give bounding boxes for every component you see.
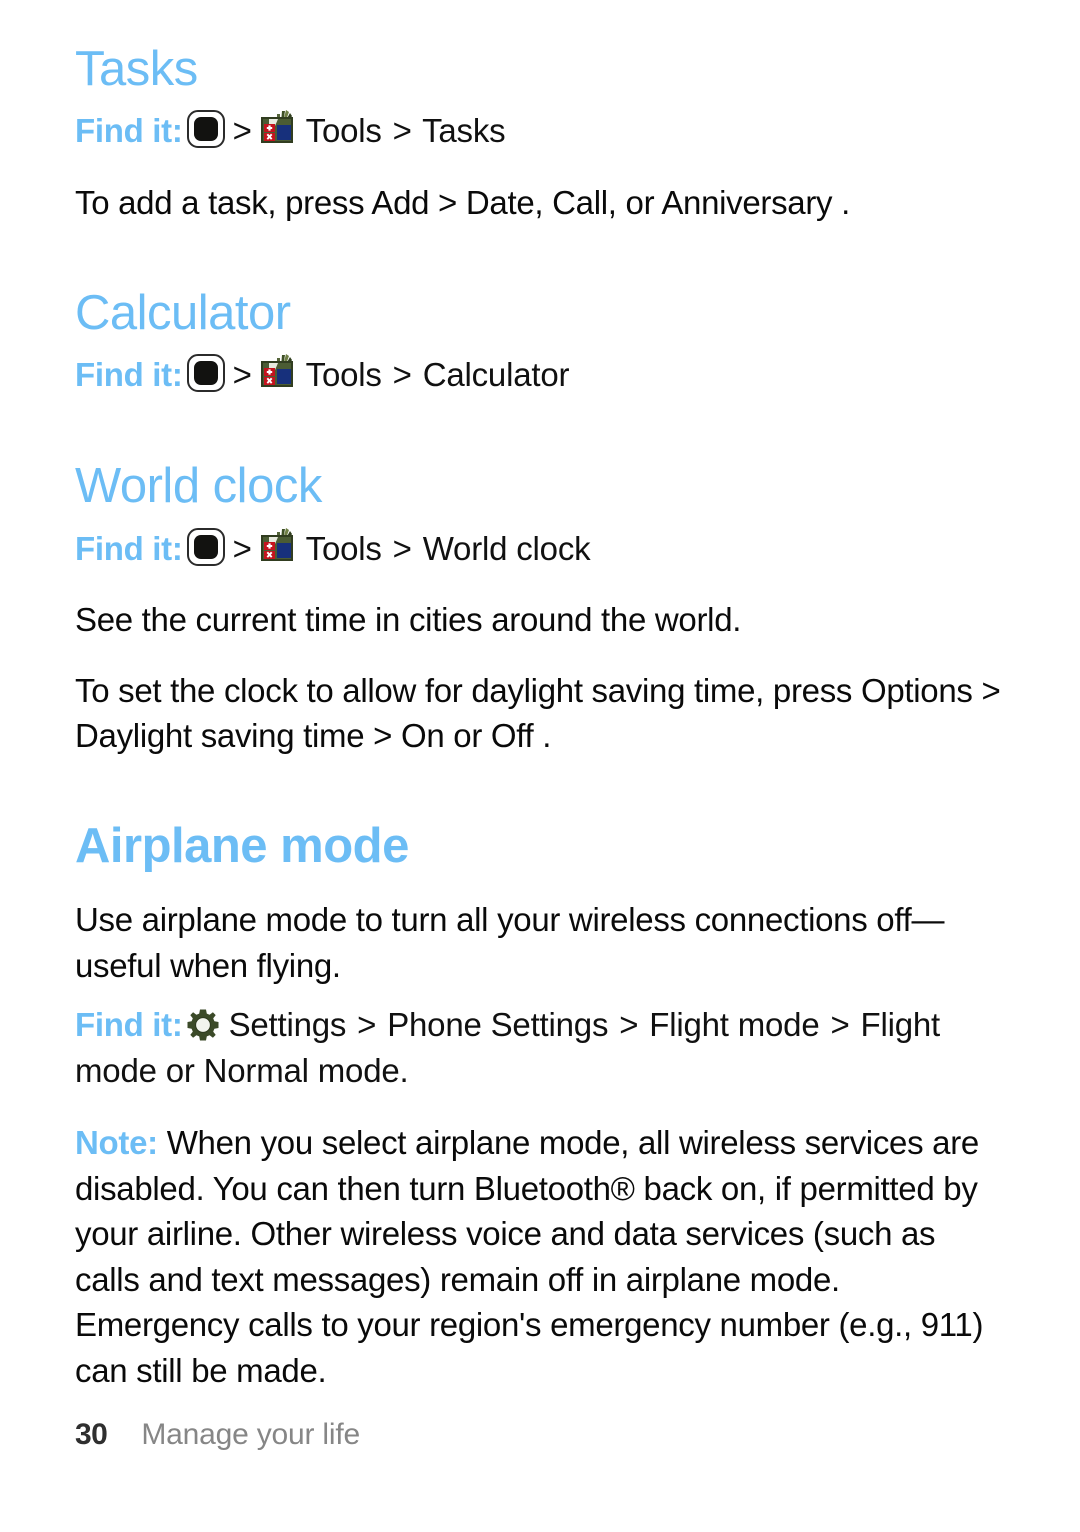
find-it-step-2: Flight mode — [649, 1005, 820, 1043]
chevron-separator: > — [392, 529, 412, 567]
airplane-mode-body-text: Use airplane mode to turn all your wirel… — [75, 901, 945, 984]
find-it-target-label: Tasks — [422, 112, 506, 150]
section-airplane-mode: Airplane mode Use airplane mode to turn … — [75, 819, 1020, 1393]
page-title-calculator: Calculator — [75, 285, 291, 340]
find-it-period: . — [399, 1052, 409, 1090]
manual-page: Tasks Find it: > Tools > Tasks To add a … — [0, 0, 1080, 1532]
tools-icon — [258, 352, 298, 392]
page-title-airplane-mode: Airplane mode — [75, 819, 409, 874]
page-number: 30 — [75, 1418, 108, 1451]
menu-key-icon — [186, 354, 225, 393]
chevron-separator: > — [232, 356, 252, 394]
find-it-label: Find it: — [75, 112, 183, 150]
menu-key-icon — [186, 110, 225, 149]
section-calculator: Calculator Find it: > Tools > Calculator — [75, 285, 1020, 399]
find-it-app-label: Settings — [228, 1005, 347, 1043]
note-label: Note: — [75, 1124, 158, 1162]
find-it-step-4: Normal mode — [203, 1052, 400, 1090]
section-tasks: Tasks Find it: > Tools > Tasks To add a … — [75, 42, 1020, 226]
chevron-separator: > — [392, 356, 412, 394]
page-title-tasks: Tasks — [75, 42, 198, 96]
find-it-app-label: Tools — [305, 529, 382, 567]
find-it-step-1: Phone Settings — [387, 1005, 609, 1043]
tasks-body-text: To add a task, press Add > Date, Call, o… — [75, 184, 850, 222]
find-it-target-label: Calculator — [422, 356, 570, 394]
find-it-calculator: Find it: > Tools > Calculator — [75, 352, 1020, 399]
find-it-label: Find it: — [75, 356, 183, 394]
tools-icon — [258, 526, 298, 566]
find-it-app-label: Tools — [305, 356, 382, 394]
airplane-mode-note: Note: When you select airplane mode, all… — [75, 1120, 1005, 1393]
find-it-tasks: Find it: > Tools > Tasks — [75, 108, 1020, 155]
chevron-separator: > — [232, 529, 252, 567]
page-title-world-clock: World clock — [75, 459, 322, 514]
find-it-conjunction: or — [165, 1052, 195, 1090]
find-it-target-label: World clock — [422, 529, 591, 567]
gear-icon — [185, 1007, 221, 1043]
world-clock-body-text-1: See the current time in cities around th… — [75, 601, 742, 639]
chapter-name: Manage your life — [141, 1418, 360, 1451]
chevron-separator: > — [232, 112, 252, 150]
find-it-label: Find it: — [75, 1005, 183, 1043]
chevron-separator: > — [830, 1005, 850, 1043]
world-clock-body-text-2: To set the clock to allow for daylight s… — [75, 671, 1001, 755]
tools-icon — [258, 108, 298, 148]
find-it-airplane-mode: Find it: Settings > Phone Settings > Fli… — [75, 1002, 1020, 1096]
note-text: When you select airplane mode, all wirel… — [75, 1124, 984, 1389]
find-it-world-clock: Find it: > Tools > World clock — [75, 526, 1020, 573]
chevron-separator: > — [392, 112, 412, 150]
section-world-clock: World clock Find it: > Tools > World clo… — [75, 459, 1020, 759]
find-it-app-label: Tools — [305, 112, 382, 150]
menu-key-icon — [186, 527, 225, 566]
chevron-separator: > — [357, 1005, 377, 1043]
chevron-separator: > — [619, 1005, 639, 1043]
find-it-label: Find it: — [75, 529, 183, 567]
page-footer: 30 Manage your life — [75, 1420, 360, 1450]
